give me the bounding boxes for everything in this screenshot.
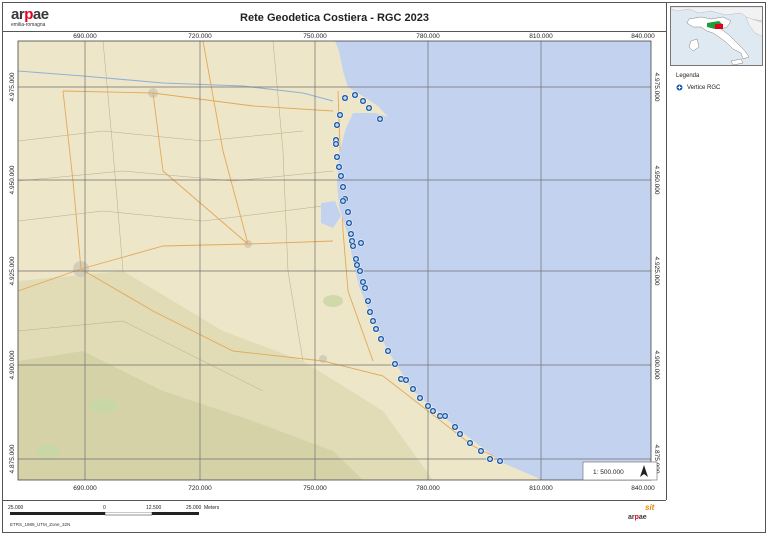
scale-label: 25.000 bbox=[186, 505, 202, 511]
locator-inset bbox=[670, 6, 763, 66]
rgc-vertex-marker[interactable] bbox=[359, 97, 367, 105]
rgc-vertex-marker[interactable] bbox=[352, 255, 360, 263]
grid-label-x: 720.000 bbox=[188, 33, 212, 40]
scale-label: 25.000 bbox=[8, 505, 24, 511]
rgc-vertex-marker[interactable] bbox=[351, 91, 359, 99]
grid-label-x: 690.000 bbox=[73, 485, 97, 492]
grid-label-x: 750.000 bbox=[303, 485, 327, 492]
sit-logo: sit bbox=[645, 503, 655, 512]
rgc-vertex-marker[interactable] bbox=[429, 407, 437, 415]
grid-label-x: 810.000 bbox=[529, 33, 553, 40]
rgc-vertex-marker[interactable] bbox=[344, 208, 352, 216]
crs-label: ETRS_1989_UTM_Zone_32N bbox=[10, 522, 71, 527]
rgc-vertex-marker[interactable] bbox=[377, 335, 385, 343]
grid-label-y: 4.925.000 bbox=[9, 256, 16, 285]
area-of-interest bbox=[715, 24, 723, 29]
rgc-vertex-marker[interactable] bbox=[357, 239, 365, 247]
scale-label: 12.500 bbox=[146, 505, 162, 511]
rgc-vertex-marker[interactable] bbox=[335, 163, 343, 171]
rgc-vertex-marker[interactable] bbox=[333, 153, 341, 161]
grid-label-y: 4.900.000 bbox=[9, 350, 16, 379]
rgc-vertex-marker[interactable] bbox=[361, 284, 369, 292]
rgc-vertex-marker[interactable] bbox=[486, 455, 494, 463]
rgc-vertex-marker[interactable] bbox=[336, 111, 344, 119]
rgc-vertex-marker[interactable] bbox=[384, 347, 392, 355]
grid-label-x: 840.000 bbox=[631, 485, 655, 492]
grid-label-x: 780.000 bbox=[416, 33, 440, 40]
panel-divider bbox=[666, 3, 667, 500]
map-title: Rete Geodetica Costiera - RGC 2023 bbox=[240, 12, 429, 24]
grid-label-y: 4.975.000 bbox=[9, 72, 16, 101]
rgc-vertex-marker[interactable] bbox=[416, 394, 424, 402]
rgc-vertex-marker[interactable] bbox=[366, 308, 374, 316]
arpae-footer-logo: arpae bbox=[628, 514, 647, 521]
forest-patch bbox=[36, 444, 60, 458]
grid-label-y: 4.950.000 bbox=[9, 165, 16, 194]
rgc-vertex-marker[interactable] bbox=[372, 325, 380, 333]
grid-label-x: 720.000 bbox=[188, 485, 212, 492]
grid-label-x: 750.000 bbox=[303, 33, 327, 40]
rgc-vertex-marker[interactable] bbox=[347, 230, 355, 238]
rgc-vertex-marker[interactable] bbox=[466, 439, 474, 447]
rgc-vertex-marker[interactable] bbox=[359, 278, 367, 286]
rgc-vertex-marker[interactable] bbox=[456, 430, 464, 438]
plus-circle-icon bbox=[676, 84, 683, 91]
scale-unit: Meters bbox=[204, 505, 220, 511]
rgc-vertex-marker[interactable] bbox=[333, 121, 341, 129]
rgc-vertex-marker[interactable] bbox=[356, 267, 364, 275]
rgc-vertex-marker[interactable] bbox=[353, 261, 361, 269]
forest-patch bbox=[323, 295, 343, 307]
rgc-vertex-marker[interactable] bbox=[477, 447, 485, 455]
rgc-vertex-marker[interactable] bbox=[402, 376, 410, 384]
grid-label-x: 780.000 bbox=[416, 485, 440, 492]
grid-label-y: 4.875.000 bbox=[9, 444, 16, 473]
scale-north-box: 1: 500.000 bbox=[582, 461, 658, 481]
grid-label-y: 4.925.000 bbox=[653, 257, 660, 286]
rgc-vertex-marker[interactable] bbox=[496, 457, 504, 465]
scale-bar bbox=[10, 512, 199, 516]
rgc-vertex-marker[interactable] bbox=[345, 219, 353, 227]
rgc-vertex-marker[interactable] bbox=[409, 385, 417, 393]
rgc-vertex-marker[interactable] bbox=[424, 402, 432, 410]
rgc-vertex-marker[interactable] bbox=[341, 94, 349, 102]
rgc-vertex-marker[interactable] bbox=[364, 297, 372, 305]
rgc-vertex-marker[interactable] bbox=[339, 197, 347, 205]
rgc-vertex-marker[interactable] bbox=[451, 423, 459, 431]
rgc-vertex-marker[interactable] bbox=[332, 140, 340, 148]
legend-title: Legenda bbox=[676, 73, 700, 79]
scale-label: 0 bbox=[103, 505, 106, 511]
legend: Legenda Vertice RGC bbox=[670, 69, 763, 99]
rgc-vertex-marker[interactable] bbox=[369, 317, 377, 325]
legend-item-label: Vertice RGC bbox=[687, 84, 721, 91]
grid-label-x: 690.000 bbox=[73, 33, 97, 40]
forest-patch bbox=[89, 398, 117, 414]
grid-label-y: 4.900.000 bbox=[653, 351, 660, 380]
rgc-vertex-marker[interactable] bbox=[376, 115, 384, 123]
grid-label-x: 840.000 bbox=[631, 33, 655, 40]
map-header: arpae emilia-romagna Rete Geodetica Cost… bbox=[3, 3, 666, 32]
rgc-vertex-marker[interactable] bbox=[441, 412, 449, 420]
map-canvas[interactable]: 690.000 720.000 750.000 780.000 810.000 … bbox=[3, 31, 666, 500]
rgc-vertex-marker[interactable] bbox=[337, 172, 345, 180]
rgc-vertex-marker[interactable] bbox=[365, 104, 373, 112]
rgc-vertex-marker[interactable] bbox=[339, 183, 347, 191]
grid-label-y: 4.975.000 bbox=[653, 73, 660, 102]
grid-label-x: 810.000 bbox=[529, 485, 553, 492]
rgc-vertex-marker[interactable] bbox=[349, 242, 357, 250]
scale-ratio: 1: 500.000 bbox=[593, 469, 624, 476]
legend-item: Vertice RGC bbox=[676, 84, 720, 91]
grid-label-y: 4.950.000 bbox=[653, 166, 660, 195]
rgc-vertex-marker[interactable] bbox=[391, 360, 399, 368]
